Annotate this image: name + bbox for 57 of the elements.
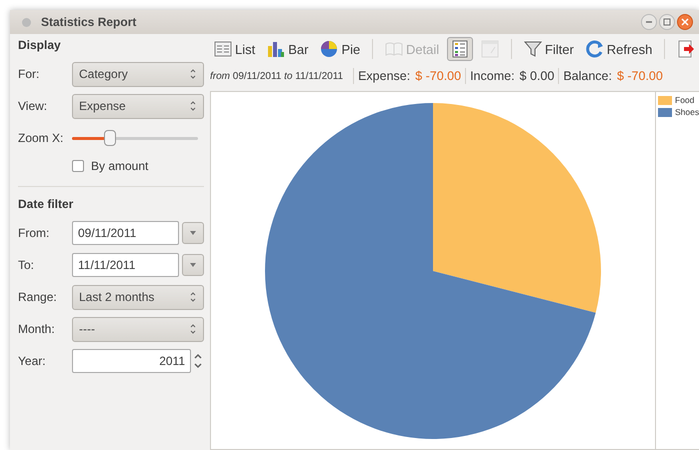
pie-chart-icon — [320, 40, 338, 58]
field-label: Range: — [18, 290, 58, 304]
calendar-dropdown-button[interactable] — [182, 254, 204, 276]
dropdown[interactable]: Last 2 months — [72, 284, 204, 310]
down-arrow-icon — [189, 230, 197, 236]
toolbar-button[interactable]: Pie — [316, 37, 364, 61]
slider-thumb[interactable] — [104, 130, 116, 146]
section-heading: Date filter — [18, 197, 74, 211]
maximize-button[interactable] — [659, 14, 675, 30]
date-range-text: from 09/11/2011 to 11/11/2011 — [210, 70, 344, 82]
summary-label: Balance: — [563, 69, 612, 83]
checkbox-label: By amount — [91, 159, 148, 173]
maximize-icon — [663, 18, 671, 26]
field-label: From: — [18, 226, 50, 240]
up-down-arrows-icon — [189, 290, 197, 304]
refresh-icon — [586, 40, 604, 58]
window-title: Statistics Report — [41, 15, 138, 29]
field-label: Zoom X: — [18, 131, 64, 145]
year-field[interactable]: 2011 — [72, 349, 191, 373]
bar-chart-icon — [267, 40, 286, 58]
export-icon — [677, 40, 695, 58]
field-label: Month: — [18, 322, 56, 336]
field-label: For: — [18, 67, 40, 81]
section-heading: Display — [18, 38, 62, 52]
legend-button[interactable] — [447, 37, 474, 61]
legend-icon — [451, 40, 470, 58]
field-label: To: — [18, 258, 36, 272]
toolbar-button[interactable]: List — [210, 37, 260, 61]
minimize-button[interactable] — [641, 14, 657, 30]
list-icon — [214, 40, 232, 58]
date-field[interactable]: 11/11/2011 — [72, 253, 179, 277]
dropdown[interactable]: Expense — [72, 94, 204, 118]
calendar-dropdown-button[interactable] — [182, 222, 204, 244]
toolbar-button[interactable]: Refresh — [582, 37, 656, 61]
toolbar-button[interactable]: Filter — [520, 37, 578, 61]
filter-icon — [524, 40, 542, 58]
dropdown[interactable]: ---- — [72, 316, 204, 342]
field-label: View: — [18, 99, 48, 113]
toolbar-button[interactable]: Bar — [263, 37, 312, 61]
date-field[interactable]: 09/11/2011 — [72, 221, 179, 245]
close-icon — [681, 18, 689, 26]
summary-value: $ 0.00 — [520, 69, 554, 83]
summary-label: Income: — [470, 69, 515, 83]
down-arrow-icon — [189, 262, 197, 268]
field-label: Year: — [18, 354, 47, 368]
checkbox[interactable] — [72, 160, 84, 172]
up-down-arrows-icon — [189, 322, 197, 336]
up-down-arrows-icon — [189, 67, 197, 81]
summary-label: Expense: — [358, 69, 410, 83]
book-icon — [384, 40, 403, 58]
close-button[interactable] — [677, 14, 693, 30]
summary-value: $ -70.00 — [616, 69, 663, 83]
legend-label: Shoes — [675, 107, 699, 117]
summary-value: $ -70.00 — [415, 69, 462, 83]
dropdown[interactable]: Category — [72, 62, 204, 86]
legend-label: Food — [675, 95, 694, 105]
up-down-arrows-icon — [189, 99, 197, 113]
